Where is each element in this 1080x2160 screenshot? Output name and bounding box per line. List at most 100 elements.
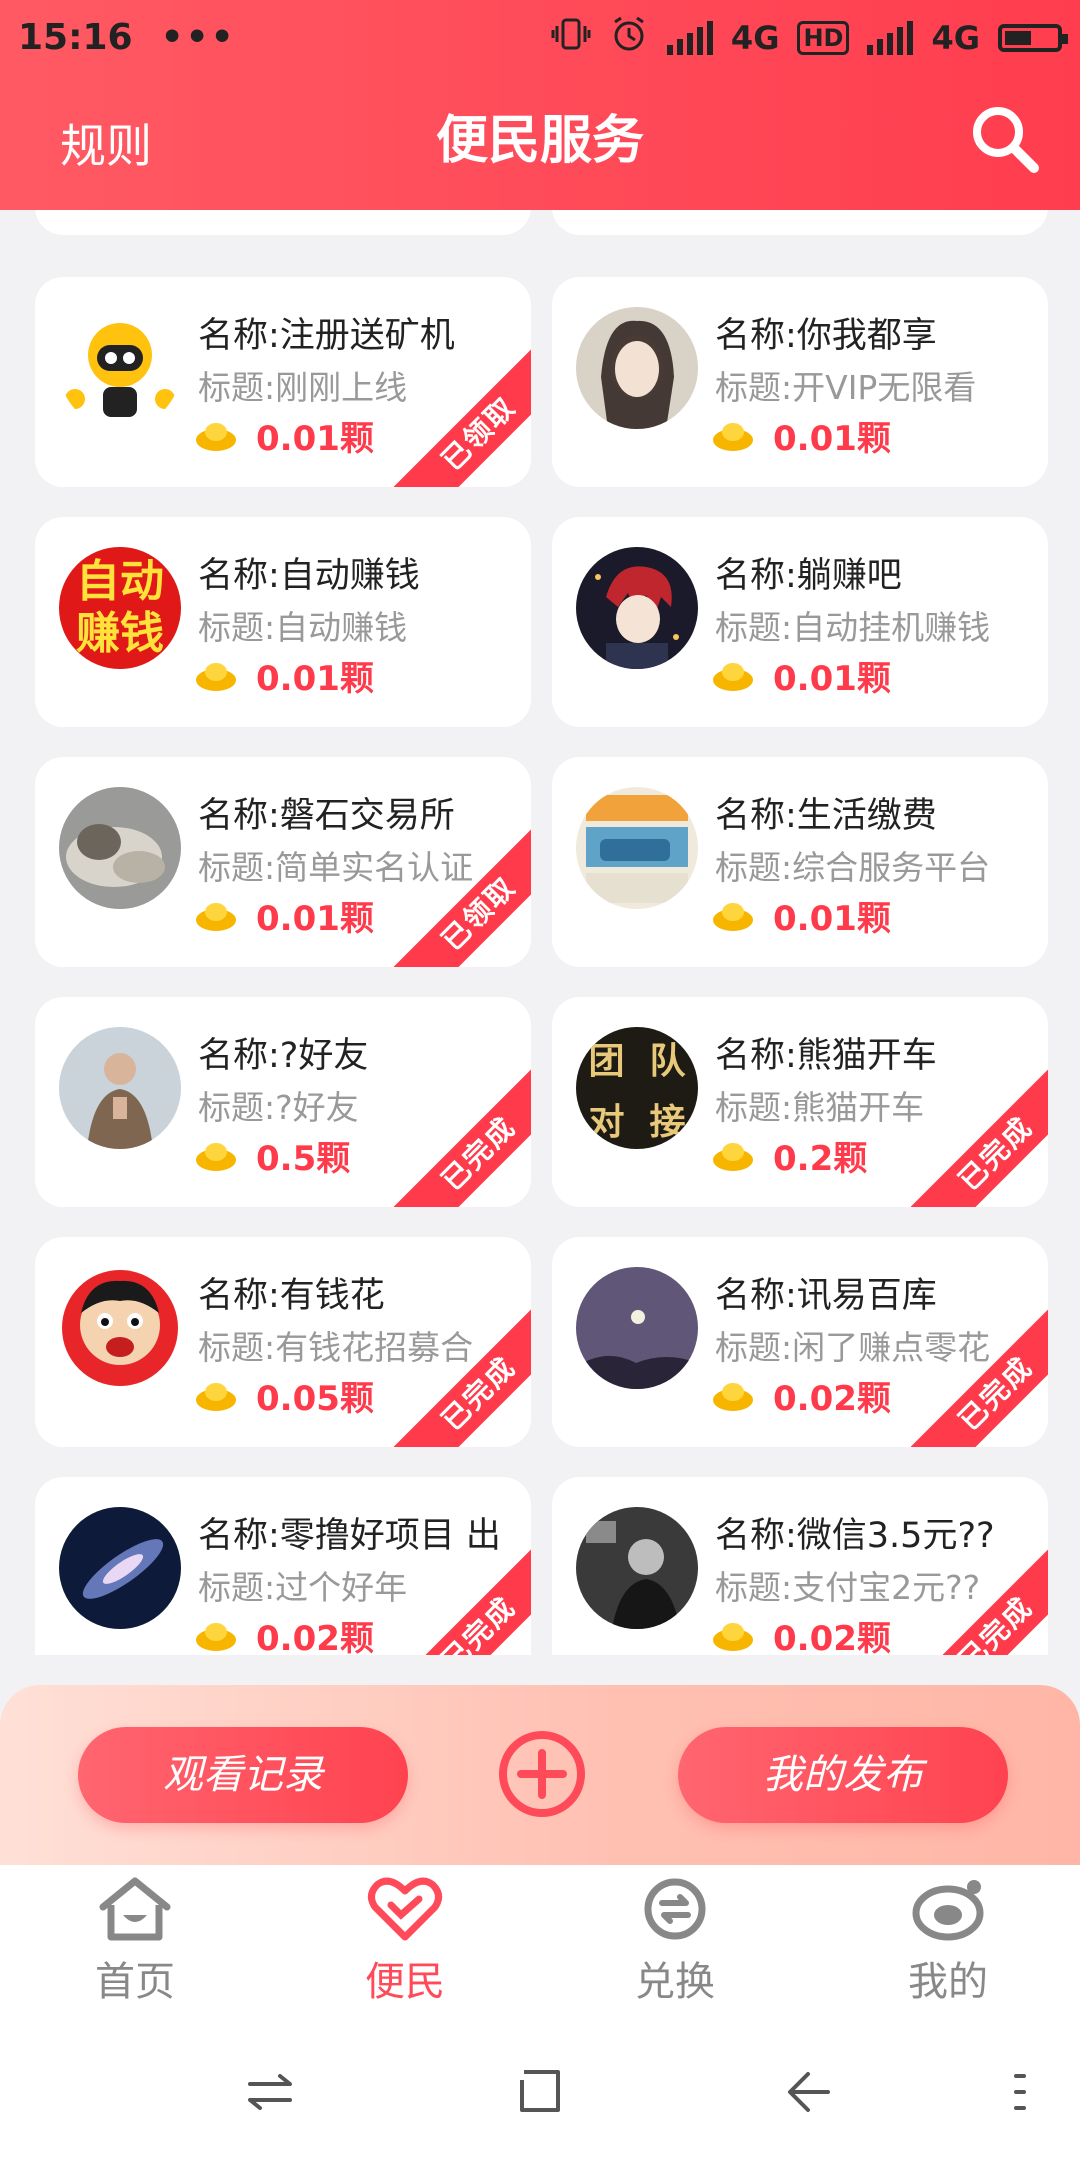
service-card[interactable]: 名称:你我都享 标题:开VIP无限看 0.01颗 bbox=[552, 277, 1048, 487]
list-item-partial[interactable] bbox=[35, 210, 531, 235]
signal-icon-2 bbox=[867, 20, 914, 55]
reward-amount: 0.02颗 bbox=[773, 1618, 891, 1656]
add-post-button[interactable] bbox=[497, 1729, 587, 1819]
page-title: 便民服务 bbox=[435, 111, 644, 171]
search-icon[interactable] bbox=[968, 102, 1042, 176]
switch-apps-icon[interactable] bbox=[240, 2062, 300, 2122]
avatar bbox=[576, 1507, 698, 1629]
service-name: 名称:生活缴费 bbox=[715, 796, 937, 836]
gold-ingot-icon bbox=[196, 423, 236, 451]
anime-character-avatar bbox=[576, 547, 698, 669]
avatar-char: 对 bbox=[588, 1101, 625, 1143]
service-subtitle: 标题:自动挂机赚钱 bbox=[715, 608, 991, 647]
system-nav-bar bbox=[0, 2020, 1080, 2160]
reward-amount: 0.01颗 bbox=[773, 898, 891, 939]
service-name: 名称:自动赚钱 bbox=[198, 556, 420, 596]
avatar bbox=[59, 1027, 181, 1149]
tab-profile[interactable]: 我的 bbox=[848, 1875, 1048, 2007]
menu-icon[interactable] bbox=[990, 2062, 1050, 2122]
tab-label: 便民 bbox=[365, 1959, 445, 2005]
view-history-button[interactable]: 观看记录 bbox=[78, 1727, 408, 1823]
reward: 0.5颗 bbox=[196, 1135, 350, 1179]
avatar bbox=[576, 1267, 698, 1389]
service-card[interactable]: 名称:微信3.5元?? 标题:支付宝2元?? 0.02颗 已完成 bbox=[552, 1477, 1048, 1655]
action-bar: 观看记录 我的发布 bbox=[0, 1685, 1080, 1865]
status-ribbon: 已完成 bbox=[392, 1547, 531, 1655]
network-label-2: 4G bbox=[931, 18, 980, 57]
service-name: 名称:躺赚吧 bbox=[715, 556, 902, 596]
reward: 0.02颗 bbox=[713, 1615, 891, 1655]
service-name: 名称:零撸好项目 出 bbox=[198, 1516, 501, 1556]
avatar bbox=[576, 547, 698, 669]
reward-amount: 0.01颗 bbox=[773, 418, 891, 459]
service-subtitle: 标题:简单实名认证 bbox=[198, 848, 474, 887]
tab-convenience[interactable]: 便民 bbox=[305, 1875, 505, 2007]
service-name: 名称:磐石交易所 bbox=[198, 796, 455, 836]
service-name: 名称:有钱花 bbox=[198, 1276, 385, 1316]
service-list[interactable]: 名称:注册送矿机 标题:刚刚上线 0.01颗 已领取 名称:你我都享 标题:开V… bbox=[0, 210, 1080, 1655]
service-name: 名称:你我都享 bbox=[715, 316, 937, 356]
service-card[interactable]: 名称:?好友 标题:?好友 0.5颗 已完成 bbox=[35, 997, 531, 1207]
avatar-text-bottom: 赚钱 bbox=[76, 608, 164, 659]
gold-ingot-icon bbox=[196, 1143, 236, 1171]
service-card[interactable]: 名称:生活缴费 标题:综合服务平台 0.01颗 bbox=[552, 757, 1048, 967]
service-subtitle: 标题:支付宝2元?? bbox=[715, 1568, 981, 1607]
reward-amount: 0.02颗 bbox=[256, 1618, 374, 1656]
reward-amount: 0.5颗 bbox=[256, 1138, 351, 1179]
home-square-icon[interactable] bbox=[510, 2062, 570, 2122]
reward: 0.01颗 bbox=[713, 895, 891, 939]
service-name: 名称:微信3.5元?? bbox=[715, 1516, 995, 1556]
reward-amount: 0.02颗 bbox=[773, 1378, 891, 1419]
signal-icon bbox=[666, 20, 713, 55]
avatar bbox=[576, 787, 698, 909]
reward: 0.01颗 bbox=[196, 655, 374, 699]
reward: 0.02颗 bbox=[713, 1375, 891, 1419]
cartoon-boy-logo bbox=[62, 1270, 178, 1386]
gold-ingot-icon bbox=[713, 1623, 753, 1651]
gold-ingot-icon bbox=[196, 1383, 236, 1411]
service-subtitle: 标题:熊猫开车 bbox=[715, 1088, 925, 1127]
service-card[interactable]: 名称:磐石交易所 标题:简单实名认证 0.01颗 已领取 bbox=[35, 757, 531, 967]
reward: 0.01颗 bbox=[196, 415, 374, 459]
avatar-text-top: 自动 bbox=[76, 556, 164, 607]
avatar bbox=[59, 307, 181, 429]
service-subtitle: 标题:?好友 bbox=[198, 1088, 359, 1127]
service-card[interactable]: 名称:零撸好项目 出 标题:过个好年 0.02颗 已完成 bbox=[35, 1477, 531, 1655]
gold-ingot-icon bbox=[713, 423, 753, 451]
reward: 0.02颗 bbox=[196, 1615, 374, 1655]
back-icon[interactable] bbox=[780, 2062, 840, 2122]
service-card[interactable]: 自动 赚钱 名称:自动赚钱 标题:自动赚钱 0.01颗 bbox=[35, 517, 531, 727]
galaxy-photo bbox=[59, 1507, 181, 1629]
list-item-partial[interactable] bbox=[552, 210, 1048, 235]
gold-ingot-icon bbox=[713, 903, 753, 931]
bw-portrait-photo bbox=[576, 1507, 698, 1629]
reward-amount: 0.2颗 bbox=[773, 1138, 868, 1179]
tab-exchange[interactable]: 兑换 bbox=[575, 1875, 775, 2007]
reward-amount: 0.01颗 bbox=[773, 658, 891, 699]
avatar-char: 接 bbox=[649, 1101, 686, 1143]
gold-ingot-icon bbox=[196, 663, 236, 691]
gold-ingot-icon bbox=[713, 1143, 753, 1171]
reward-amount: 0.01颗 bbox=[256, 418, 374, 459]
service-card[interactable]: 名称:注册送矿机 标题:刚刚上线 0.01颗 已领取 bbox=[35, 277, 531, 487]
service-card[interactable]: 名称:讯易百库 标题:闲了赚点零花 0.02颗 已完成 bbox=[552, 1237, 1048, 1447]
exchange-icon bbox=[644, 1878, 706, 1940]
service-card[interactable]: 名称:有钱花 标题:有钱花招募合 0.05颗 已完成 bbox=[35, 1237, 531, 1447]
profile-icon bbox=[912, 1880, 984, 1941]
status-time: 15:16 bbox=[18, 17, 133, 58]
service-card[interactable]: 名称:躺赚吧 标题:自动挂机赚钱 0.01颗 bbox=[552, 517, 1048, 727]
service-name: 名称:讯易百库 bbox=[715, 1276, 937, 1316]
gold-ingot-icon bbox=[713, 663, 753, 691]
tab-home[interactable]: 首页 bbox=[35, 1875, 235, 2007]
gold-ingot-icon bbox=[196, 903, 236, 931]
my-posts-button[interactable]: 我的发布 bbox=[678, 1727, 1008, 1823]
tab-label: 首页 bbox=[95, 1959, 175, 2005]
battery-icon bbox=[998, 23, 1068, 52]
service-card[interactable]: 团 队 对 接 名称:熊猫开车 标题:熊猫开车 0.2颗 已完成 bbox=[552, 997, 1048, 1207]
monk-photo bbox=[59, 1027, 181, 1149]
avatar bbox=[59, 1507, 181, 1629]
status-more-dots: ••• bbox=[160, 17, 236, 58]
top-bar: 规则 便民服务 bbox=[0, 90, 1080, 210]
avatar: 自动 赚钱 bbox=[59, 547, 181, 669]
service-subtitle: 标题:开VIP无限看 bbox=[715, 368, 977, 407]
